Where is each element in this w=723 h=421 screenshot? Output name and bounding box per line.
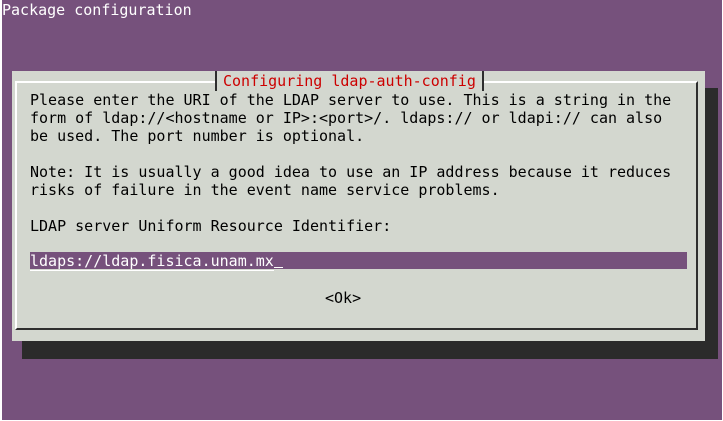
dialog-description: Please enter the URI of the LDAP server … [30,91,671,235]
backtitle: Package configuration [2,1,192,19]
note-line-1: Note: It is usually a good idea to use a… [30,163,672,181]
dialog-shadow-bottom [22,341,706,359]
ok-button[interactable]: <Ok> [325,289,361,307]
note-line-2: risks of failure in the event name servi… [30,181,500,199]
debconf-dialog: Configuring ldap-auth-config Please ente… [12,71,705,341]
dialog-title: Configuring ldap-auth-config [215,71,484,91]
description-line-3: be used. The port number is optional. [30,127,365,145]
ldap-uri-input[interactable]: ldaps://ldap.fisica.unam.mx [30,252,687,271]
text-cursor [273,252,283,268]
description-line-2: form of ldap://<hostname or IP>:<port>/.… [30,109,663,127]
ldap-uri-value: ldaps://ldap.fisica.unam.mx [30,252,274,271]
terminal-screen: Package configuration Configuring ldap-a… [2,0,722,420]
description-line-1: Please enter the URI of the LDAP server … [30,91,672,109]
input-prompt: LDAP server Uniform Resource Identifier: [30,217,392,235]
